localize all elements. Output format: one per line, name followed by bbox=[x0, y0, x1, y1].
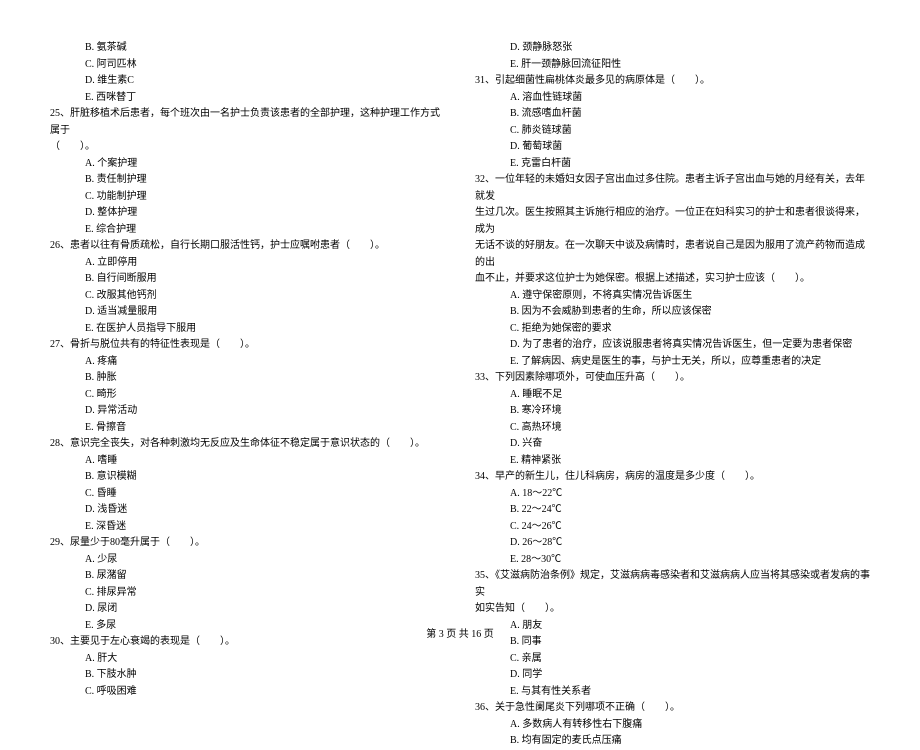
option: D. 尿闭 bbox=[50, 601, 445, 618]
option: C. 改服其他钙剂 bbox=[50, 288, 445, 305]
question-32-stem-line2: 生过几次。医生按照其主诉施行相应的治疗。一位正在妇科实习的护士和患者很谈得来，成… bbox=[475, 205, 870, 238]
option: A. 立即停用 bbox=[50, 255, 445, 272]
option: C. 排尿异常 bbox=[50, 585, 445, 602]
option: A. 个案护理 bbox=[50, 156, 445, 173]
option: D. 维生素C bbox=[50, 73, 445, 90]
option: E. 在医护人员指导下服用 bbox=[50, 321, 445, 338]
option: D. 26～28℃ bbox=[475, 535, 870, 552]
left-column: B. 氨茶碱 C. 阿司匹林 D. 维生素C E. 西咪替丁 25、肝脏移植术后… bbox=[50, 40, 445, 750]
option: D. 同学 bbox=[475, 667, 870, 684]
question-28-stem: 28、意识完全丧失，对各种刺激均无反应及生命体征不稳定属于意识状态的（ ）。 bbox=[50, 436, 445, 453]
option: C. 亲属 bbox=[475, 651, 870, 668]
option: D. 适当减量服用 bbox=[50, 304, 445, 321]
option: C. 高热环境 bbox=[475, 420, 870, 437]
question-33-stem: 33、下列因素除哪项外，可使血压升高（ ）。 bbox=[475, 370, 870, 387]
option: C. 阿司匹林 bbox=[50, 57, 445, 74]
page-footer: 第 3 页 共 16 页 bbox=[0, 625, 920, 640]
question-25-stem-cont: （ ）。 bbox=[50, 139, 445, 156]
option: A. 睡眠不足 bbox=[475, 387, 870, 404]
option: B. 22～24℃ bbox=[475, 502, 870, 519]
option: D. 异常活动 bbox=[50, 403, 445, 420]
option: D. 整体护理 bbox=[50, 205, 445, 222]
option: A. 嗜睡 bbox=[50, 453, 445, 470]
question-31-stem: 31、引起细菌性扁桃体炎最多见的病原体是（ ）。 bbox=[475, 73, 870, 90]
option: E. 与其有性关系者 bbox=[475, 684, 870, 701]
question-27-stem: 27、骨折与脱位共有的特征性表现是（ ）。 bbox=[50, 337, 445, 354]
question-34-stem: 34、早产的新生儿，住儿科病房，病房的温度是多少度（ ）。 bbox=[475, 469, 870, 486]
option: A. 肝大 bbox=[50, 651, 445, 668]
question-32-stem-line4: 血不止，并要求这位护士为她保密。根据上述描述，实习护士应该（ ）。 bbox=[475, 271, 870, 288]
option: E. 深昏迷 bbox=[50, 519, 445, 536]
option: E. 精神紧张 bbox=[475, 453, 870, 470]
two-column-layout: B. 氨茶碱 C. 阿司匹林 D. 维生素C E. 西咪替丁 25、肝脏移植术后… bbox=[50, 40, 870, 750]
option: B. 寒冷环境 bbox=[475, 403, 870, 420]
option: D. 葡萄球菌 bbox=[475, 139, 870, 156]
question-29-stem: 29、尿量少于80毫升属于（ ）。 bbox=[50, 535, 445, 552]
option: B. 责任制护理 bbox=[50, 172, 445, 189]
option: A. 溶血性链球菌 bbox=[475, 90, 870, 107]
option: E. 克雷白杆菌 bbox=[475, 156, 870, 173]
question-35-stem-line2: 如实告知（ ）。 bbox=[475, 601, 870, 618]
option: A. 18～22℃ bbox=[475, 486, 870, 503]
option: B. 氨茶碱 bbox=[50, 40, 445, 57]
option: D. 颈静脉怒张 bbox=[475, 40, 870, 57]
option: C. 肺炎链球菌 bbox=[475, 123, 870, 140]
option: B. 自行间断服用 bbox=[50, 271, 445, 288]
option: E. 肝一颈静脉回流征阳性 bbox=[475, 57, 870, 74]
question-25-stem: 25、肝脏移植术后患者，每个班次由一名护士负责该患者的全部护理，这种护理工作方式… bbox=[50, 106, 445, 139]
option: B. 下肢水肿 bbox=[50, 667, 445, 684]
option: C. 24～26℃ bbox=[475, 519, 870, 536]
question-36-stem: 36、关于急性阑尾炎下列哪项不正确（ ）。 bbox=[475, 700, 870, 717]
option: C. 拒绝为她保密的要求 bbox=[475, 321, 870, 338]
option: E. 综合护理 bbox=[50, 222, 445, 239]
option: C. 功能制护理 bbox=[50, 189, 445, 206]
option: B. 肿胀 bbox=[50, 370, 445, 387]
option: A. 少尿 bbox=[50, 552, 445, 569]
option: B. 尿潴留 bbox=[50, 568, 445, 585]
option: A. 遵守保密原则，不将真实情况告诉医生 bbox=[475, 288, 870, 305]
right-column: D. 颈静脉怒张 E. 肝一颈静脉回流征阳性 31、引起细菌性扁桃体炎最多见的病… bbox=[475, 40, 870, 750]
option: B. 因为不会威胁到患者的生命，所以应该保密 bbox=[475, 304, 870, 321]
option: B. 意识模糊 bbox=[50, 469, 445, 486]
option: B. 流感嗜血杆菌 bbox=[475, 106, 870, 123]
option: D. 为了患者的治疗，应该说服患者将真实情况告诉医生，但一定要为患者保密 bbox=[475, 337, 870, 354]
option: D. 浅昏迷 bbox=[50, 502, 445, 519]
option: B. 均有固定的麦氏点压痛 bbox=[475, 733, 870, 750]
option: C. 呼吸困难 bbox=[50, 684, 445, 701]
option: E. 骨擦音 bbox=[50, 420, 445, 437]
question-32-stem-line3: 无话不谈的好朋友。在一次聊天中谈及病情时，患者说自己是因为服用了流产药物而造成的… bbox=[475, 238, 870, 271]
option: E. 了解病因、病史是医生的事，与护士无关，所以，应尊重患者的决定 bbox=[475, 354, 870, 371]
option: C. 畸形 bbox=[50, 387, 445, 404]
option: A. 疼痛 bbox=[50, 354, 445, 371]
question-26-stem: 26、患者以往有骨质疏松，自行长期口服活性钙，护士应嘱咐患者（ ）。 bbox=[50, 238, 445, 255]
option: D. 兴奋 bbox=[475, 436, 870, 453]
option: C. 昏睡 bbox=[50, 486, 445, 503]
option: E. 西咪替丁 bbox=[50, 90, 445, 107]
option: E. 28～30℃ bbox=[475, 552, 870, 569]
option: A. 多数病人有转移性右下腹痛 bbox=[475, 717, 870, 734]
question-35-stem-line1: 35、《艾滋病防治条例》规定，艾滋病病毒感染者和艾滋病病人应当将其感染或者发病的… bbox=[475, 568, 870, 601]
question-32-stem-line1: 32、一位年轻的未婚妇女因子宫出血过多住院。患者主诉子宫出血与她的月经有关，去年… bbox=[475, 172, 870, 205]
